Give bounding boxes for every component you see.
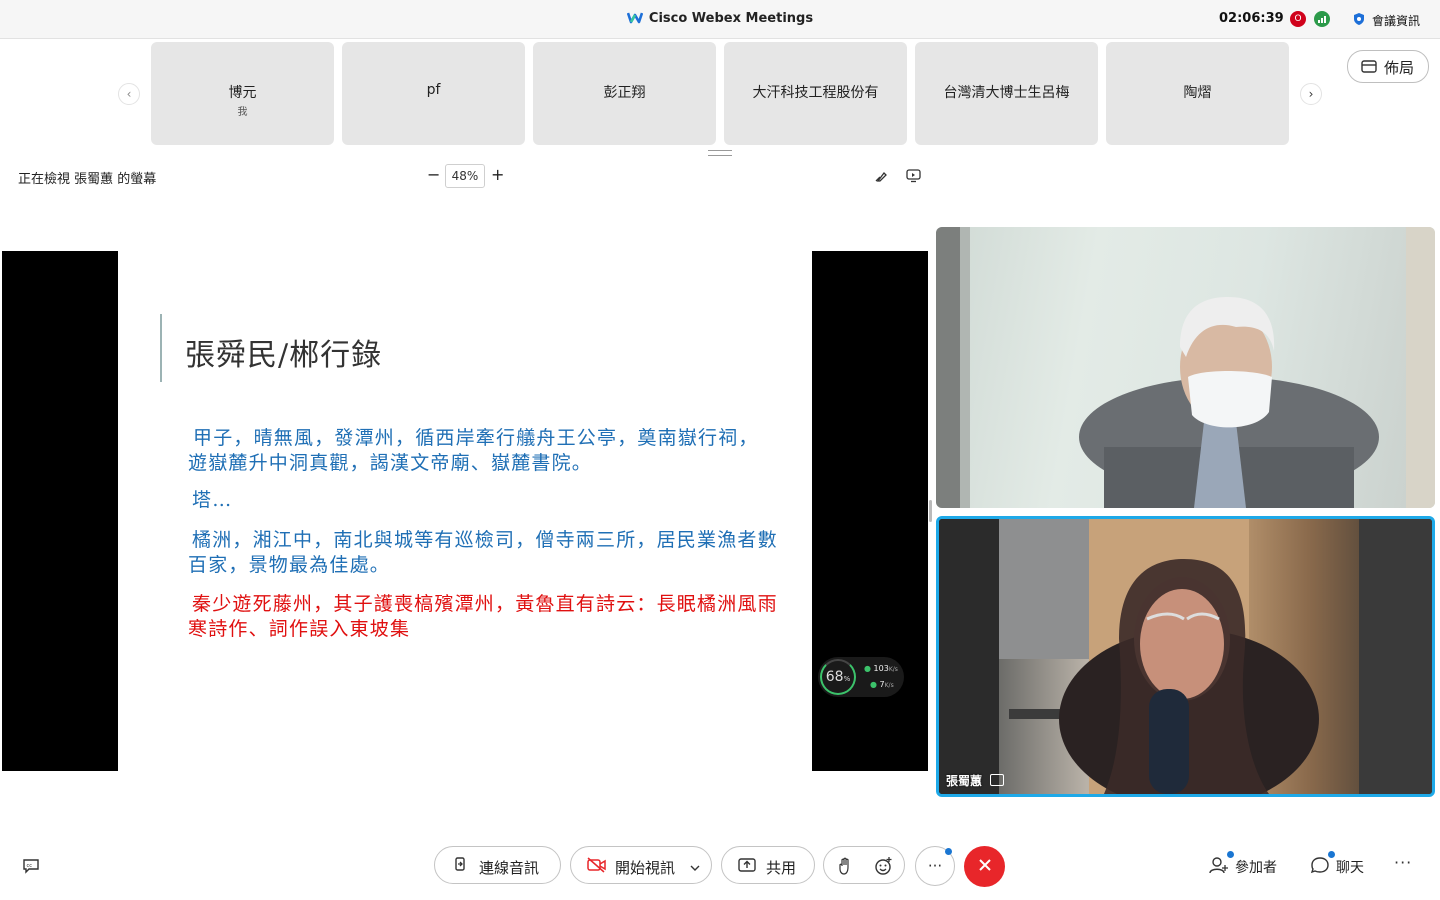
video-off-icon [587,857,607,877]
shield-icon[interactable] [1353,11,1365,30]
network-quality-value: 68 [825,669,844,685]
layout-icon [1361,59,1377,77]
upload-speed-unit: K/s [888,666,898,673]
active-speaker-video-frame [939,519,1432,794]
slide-paragraph: 塔… [192,489,233,511]
screen-share-icon [990,774,1004,786]
webex-logo-icon [626,11,644,28]
slide-title: 張舜民/郴行錄 [185,338,383,373]
slide-paragraph: 秦少遊死藤州，其子護喪槁殯潭州，黃魯直有詩云：長眠橘洲風雨寒詩作、詞作誤入東坡集 [188,593,778,640]
start-video-button[interactable]: 開始視訊 [570,846,712,884]
reactions-group [823,846,905,884]
chevron-down-icon[interactable] [690,858,700,876]
close-icon [978,859,991,871]
pane-resize-handle[interactable] [929,500,932,522]
participant-tile[interactable]: 博元 我 [151,42,334,145]
strip-resize-handle[interactable] [708,150,732,156]
layout-label: 佈局 [1384,59,1415,77]
participant-video-frame [936,227,1435,508]
upload-speed-value: 103 [873,664,889,673]
participant-name: 陶熠 [1183,85,1212,101]
participant-name: 台灣清大博士生呂梅 [943,85,1070,101]
connect-audio-label: 連線音訊 [479,859,540,877]
remote-control-icon[interactable] [906,168,921,187]
upload-speed: ● 103K/s [864,664,898,673]
meeting-info-button[interactable]: 會議資訊 [1372,12,1420,29]
participants-icon[interactable] [1209,856,1229,878]
svg-text:cc: cc [27,863,33,869]
participant-self-label: 我 [237,107,248,118]
slide-paragraph: 甲子，晴無風，發潭州，循西岸牽行艤舟王公亭，奠南嶽行祠，遊嶽麓升中洞真觀，謁漢文… [188,427,759,474]
participant-video[interactable] [936,227,1435,508]
network-quality-gauge: 68% [820,659,856,695]
participant-name: pf [426,82,441,98]
connect-audio-button[interactable]: 連線音訊 [434,846,561,884]
audio-icon [452,856,468,878]
leave-meeting-button[interactable] [964,846,1005,887]
zoom-in-button[interactable]: + [491,165,504,184]
share-label: 共用 [766,859,797,877]
slide-paragraph: 橘洲，湘江中，南北與城等有巡檢司，僧寺兩三所，居民業漁者數百家，景物最為佳處。 [188,529,778,576]
participant-name: 大汗科技工程股份有 [752,85,879,101]
more-panels-button[interactable]: ··· [1394,853,1412,872]
notification-dot [945,848,952,855]
participant-tile[interactable]: 台灣清大博士生呂梅 [915,42,1098,145]
participant-tile[interactable]: 彭正翔 [533,42,716,145]
start-video-label: 開始視訊 [615,859,676,877]
download-speed-unit: K/s [884,682,894,689]
reactions-emoji-icon[interactable] [874,856,894,880]
raise-hand-icon[interactable] [838,857,852,879]
connection-signal-icon[interactable] [1314,11,1330,27]
participant-tile[interactable]: pf [342,42,525,145]
viewing-screen-label: 正在檢視 張蜀蕙 的螢幕 [18,172,157,187]
closed-captions-icon[interactable]: cc [22,858,40,878]
network-quality-unit: % [843,675,851,683]
participant-tile[interactable]: 陶熠 [1106,42,1289,145]
share-button[interactable]: 共用 [721,846,815,884]
notification-dot [1328,851,1335,858]
zoom-out-button[interactable]: − [427,165,440,184]
next-participants-button[interactable]: › [1300,83,1322,105]
prev-participants-button[interactable]: ‹ [118,83,140,105]
download-speed: ● 7K/s [870,680,894,689]
share-icon [738,858,756,877]
participants-button[interactable]: 參加者 [1235,857,1277,877]
meeting-clock: 02:06:39 [1219,11,1284,26]
chat-icon[interactable] [1310,856,1330,878]
window-title-text: Cisco Webex Meetings [648,11,814,26]
layout-button[interactable]: 佈局 [1347,50,1429,83]
speaker-name-label: 張蜀蕙 [946,774,983,788]
annotate-icon[interactable] [874,168,888,187]
recording-icon[interactable]: O [1290,11,1306,27]
notification-dot [1227,851,1234,858]
participant-name: 博元 [228,85,257,101]
participant-name: 彭正翔 [603,85,646,101]
participant-tile[interactable]: 大汗科技工程股份有 [724,42,907,145]
active-speaker-video[interactable] [936,516,1435,797]
zoom-level-field[interactable]: 48% [445,164,485,188]
slide-accent-bar [160,314,162,382]
chat-button[interactable]: 聊天 [1336,857,1364,877]
